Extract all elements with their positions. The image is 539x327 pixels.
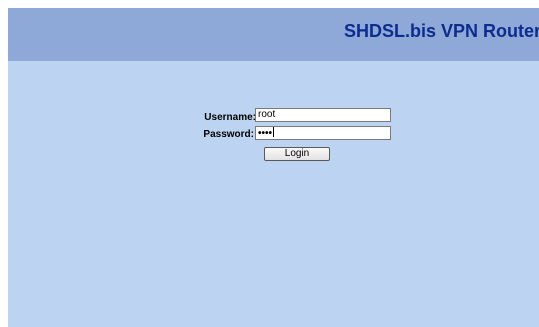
username-value: root	[258, 109, 276, 120]
text-caret	[273, 127, 275, 137]
page-frame: SHDSL.bis VPN Router Username: root Pass…	[8, 8, 539, 327]
header-banner: SHDSL.bis VPN Router	[8, 8, 539, 61]
login-button[interactable]: Login	[264, 147, 330, 161]
password-field[interactable]: ••••	[255, 126, 391, 140]
username-label: Username:	[204, 112, 256, 123]
username-field[interactable]: root	[255, 108, 391, 122]
page-title: SHDSL.bis VPN Router	[343, 21, 539, 41]
password-label: Password:	[203, 129, 254, 140]
password-masked-value: ••••	[258, 128, 273, 139]
